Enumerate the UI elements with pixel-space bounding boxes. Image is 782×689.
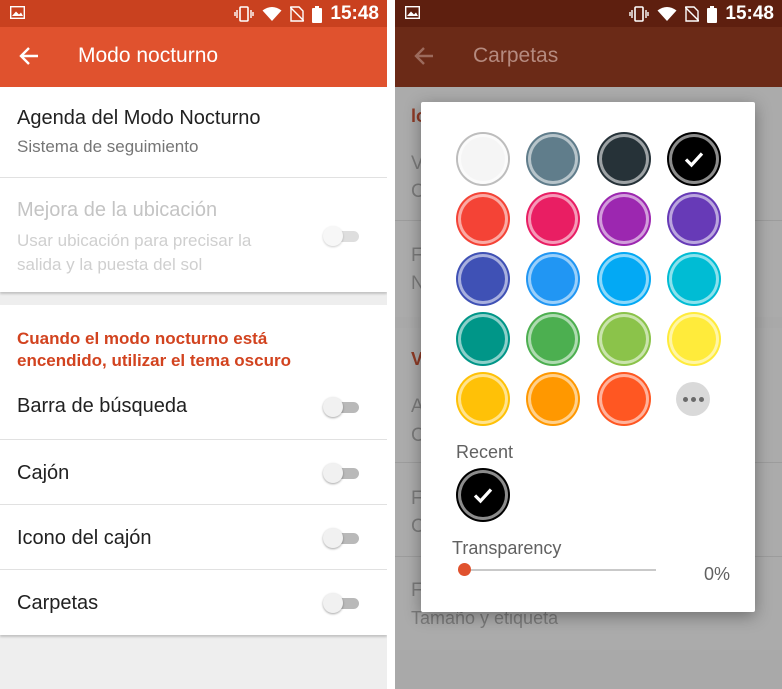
battery-icon bbox=[312, 5, 323, 23]
toggle-label: Icono del cajón bbox=[17, 527, 152, 549]
more-colors-button[interactable] bbox=[676, 382, 710, 416]
schedule-title: Agenda del Modo Nocturno bbox=[17, 107, 261, 129]
color-swatch[interactable] bbox=[458, 194, 508, 244]
toggle-row-search-bar[interactable]: Barra de búsqueda bbox=[0, 375, 387, 439]
image-notification-icon bbox=[405, 6, 420, 19]
transparency-label: Transparency bbox=[452, 538, 562, 558]
color-swatch[interactable] bbox=[458, 374, 508, 424]
schedule-subtitle: Sistema de seguimiento bbox=[17, 137, 199, 156]
toggle-row-drawer-icon[interactable]: Icono del cajón bbox=[0, 505, 387, 569]
wifi-icon bbox=[657, 6, 677, 22]
wifi-icon bbox=[262, 6, 282, 22]
section-header-line1: Cuando el modo nocturno está bbox=[17, 329, 268, 348]
back-arrow-icon[interactable] bbox=[18, 45, 40, 72]
recent-color-swatch[interactable] bbox=[458, 470, 508, 520]
location-subtitle-line1: Usar ubicación para precisar la bbox=[17, 231, 252, 250]
more-dot bbox=[691, 397, 696, 402]
toggle-label: Barra de búsqueda bbox=[17, 395, 188, 417]
left-screen: 15:48 Modo nocturno Agenda del Modo Noct… bbox=[0, 0, 387, 689]
color-swatch[interactable] bbox=[528, 194, 578, 244]
dark-theme-card: Cuando el modo nocturno está encendido, … bbox=[0, 305, 387, 635]
checkmark-icon bbox=[473, 488, 493, 504]
color-swatch[interactable] bbox=[458, 314, 508, 364]
color-swatch[interactable] bbox=[599, 254, 649, 304]
vibrate-icon bbox=[234, 6, 255, 22]
checkmark-icon bbox=[684, 152, 704, 168]
color-swatch[interactable] bbox=[669, 254, 719, 304]
toggle-label: Cajón bbox=[17, 462, 70, 484]
back-arrow-icon[interactable] bbox=[413, 45, 435, 72]
color-swatch[interactable] bbox=[669, 194, 719, 244]
image-notification-icon bbox=[10, 6, 25, 19]
color-swatch[interactable] bbox=[599, 314, 649, 364]
more-horizontal-icon bbox=[683, 397, 688, 402]
toggle-row-folders[interactable]: Carpetas bbox=[0, 570, 387, 635]
color-swatch[interactable] bbox=[528, 374, 578, 424]
location-subtitle-line2: salida y la puesta del sol bbox=[17, 255, 203, 274]
vibrate-icon bbox=[629, 6, 650, 22]
color-swatch[interactable] bbox=[528, 314, 578, 364]
battery-icon bbox=[707, 5, 718, 23]
color-swatch[interactable] bbox=[458, 254, 508, 304]
schedule-setting[interactable]: Agenda del Modo Nocturno Sistema de segu… bbox=[0, 87, 387, 177]
section-header-line2: encendido, utilizar el tema oscuro bbox=[17, 351, 291, 370]
toggle-label: Carpetas bbox=[17, 592, 99, 614]
folders-toggle[interactable] bbox=[323, 593, 361, 613]
section-header: Cuando el modo nocturno está encendido, … bbox=[17, 328, 357, 372]
location-title: Mejora de la ubicación bbox=[17, 199, 218, 221]
status-clock: 15:48 bbox=[330, 3, 379, 24]
color-swatch[interactable] bbox=[599, 374, 649, 424]
color-swatch[interactable] bbox=[669, 314, 719, 364]
page-title: Carpetas bbox=[473, 44, 559, 67]
more-dot bbox=[699, 397, 704, 402]
recent-label: Recent bbox=[456, 442, 514, 462]
schedule-card: Agenda del Modo Nocturno Sistema de segu… bbox=[0, 87, 387, 292]
drawer-toggle[interactable] bbox=[323, 463, 361, 483]
color-swatch[interactable] bbox=[528, 134, 578, 184]
page-title: Modo nocturno bbox=[78, 44, 219, 67]
toggle-row-drawer[interactable]: Cajón bbox=[0, 440, 387, 504]
color-swatch[interactable] bbox=[599, 194, 649, 244]
status-bar: 15:48 bbox=[0, 0, 387, 27]
no-sim-icon bbox=[685, 6, 700, 22]
status-clock: 15:48 bbox=[725, 3, 774, 24]
color-swatch[interactable] bbox=[458, 134, 508, 184]
status-bar: 15:48 bbox=[395, 0, 782, 27]
search-bar-toggle[interactable] bbox=[323, 397, 361, 417]
right-screen: 15:48 Carpetas lo V C F N V A C F C F Ta… bbox=[395, 0, 782, 689]
color-picker-dialog: Recent Transparency 0% bbox=[421, 102, 755, 612]
no-sim-icon bbox=[290, 6, 305, 22]
location-setting: Mejora de la ubicación Usar ubicación pa… bbox=[0, 178, 387, 292]
transparency-slider-thumb[interactable] bbox=[458, 563, 471, 576]
transparency-value: 0% bbox=[704, 564, 731, 584]
color-swatch[interactable] bbox=[669, 134, 719, 184]
location-toggle bbox=[323, 226, 361, 246]
drawer-icon-toggle[interactable] bbox=[323, 528, 361, 548]
app-bar: Carpetas bbox=[395, 27, 782, 87]
color-swatch[interactable] bbox=[528, 254, 578, 304]
color-swatch[interactable] bbox=[599, 134, 649, 184]
transparency-slider-track[interactable] bbox=[461, 569, 656, 571]
app-bar: Modo nocturno bbox=[0, 27, 387, 87]
